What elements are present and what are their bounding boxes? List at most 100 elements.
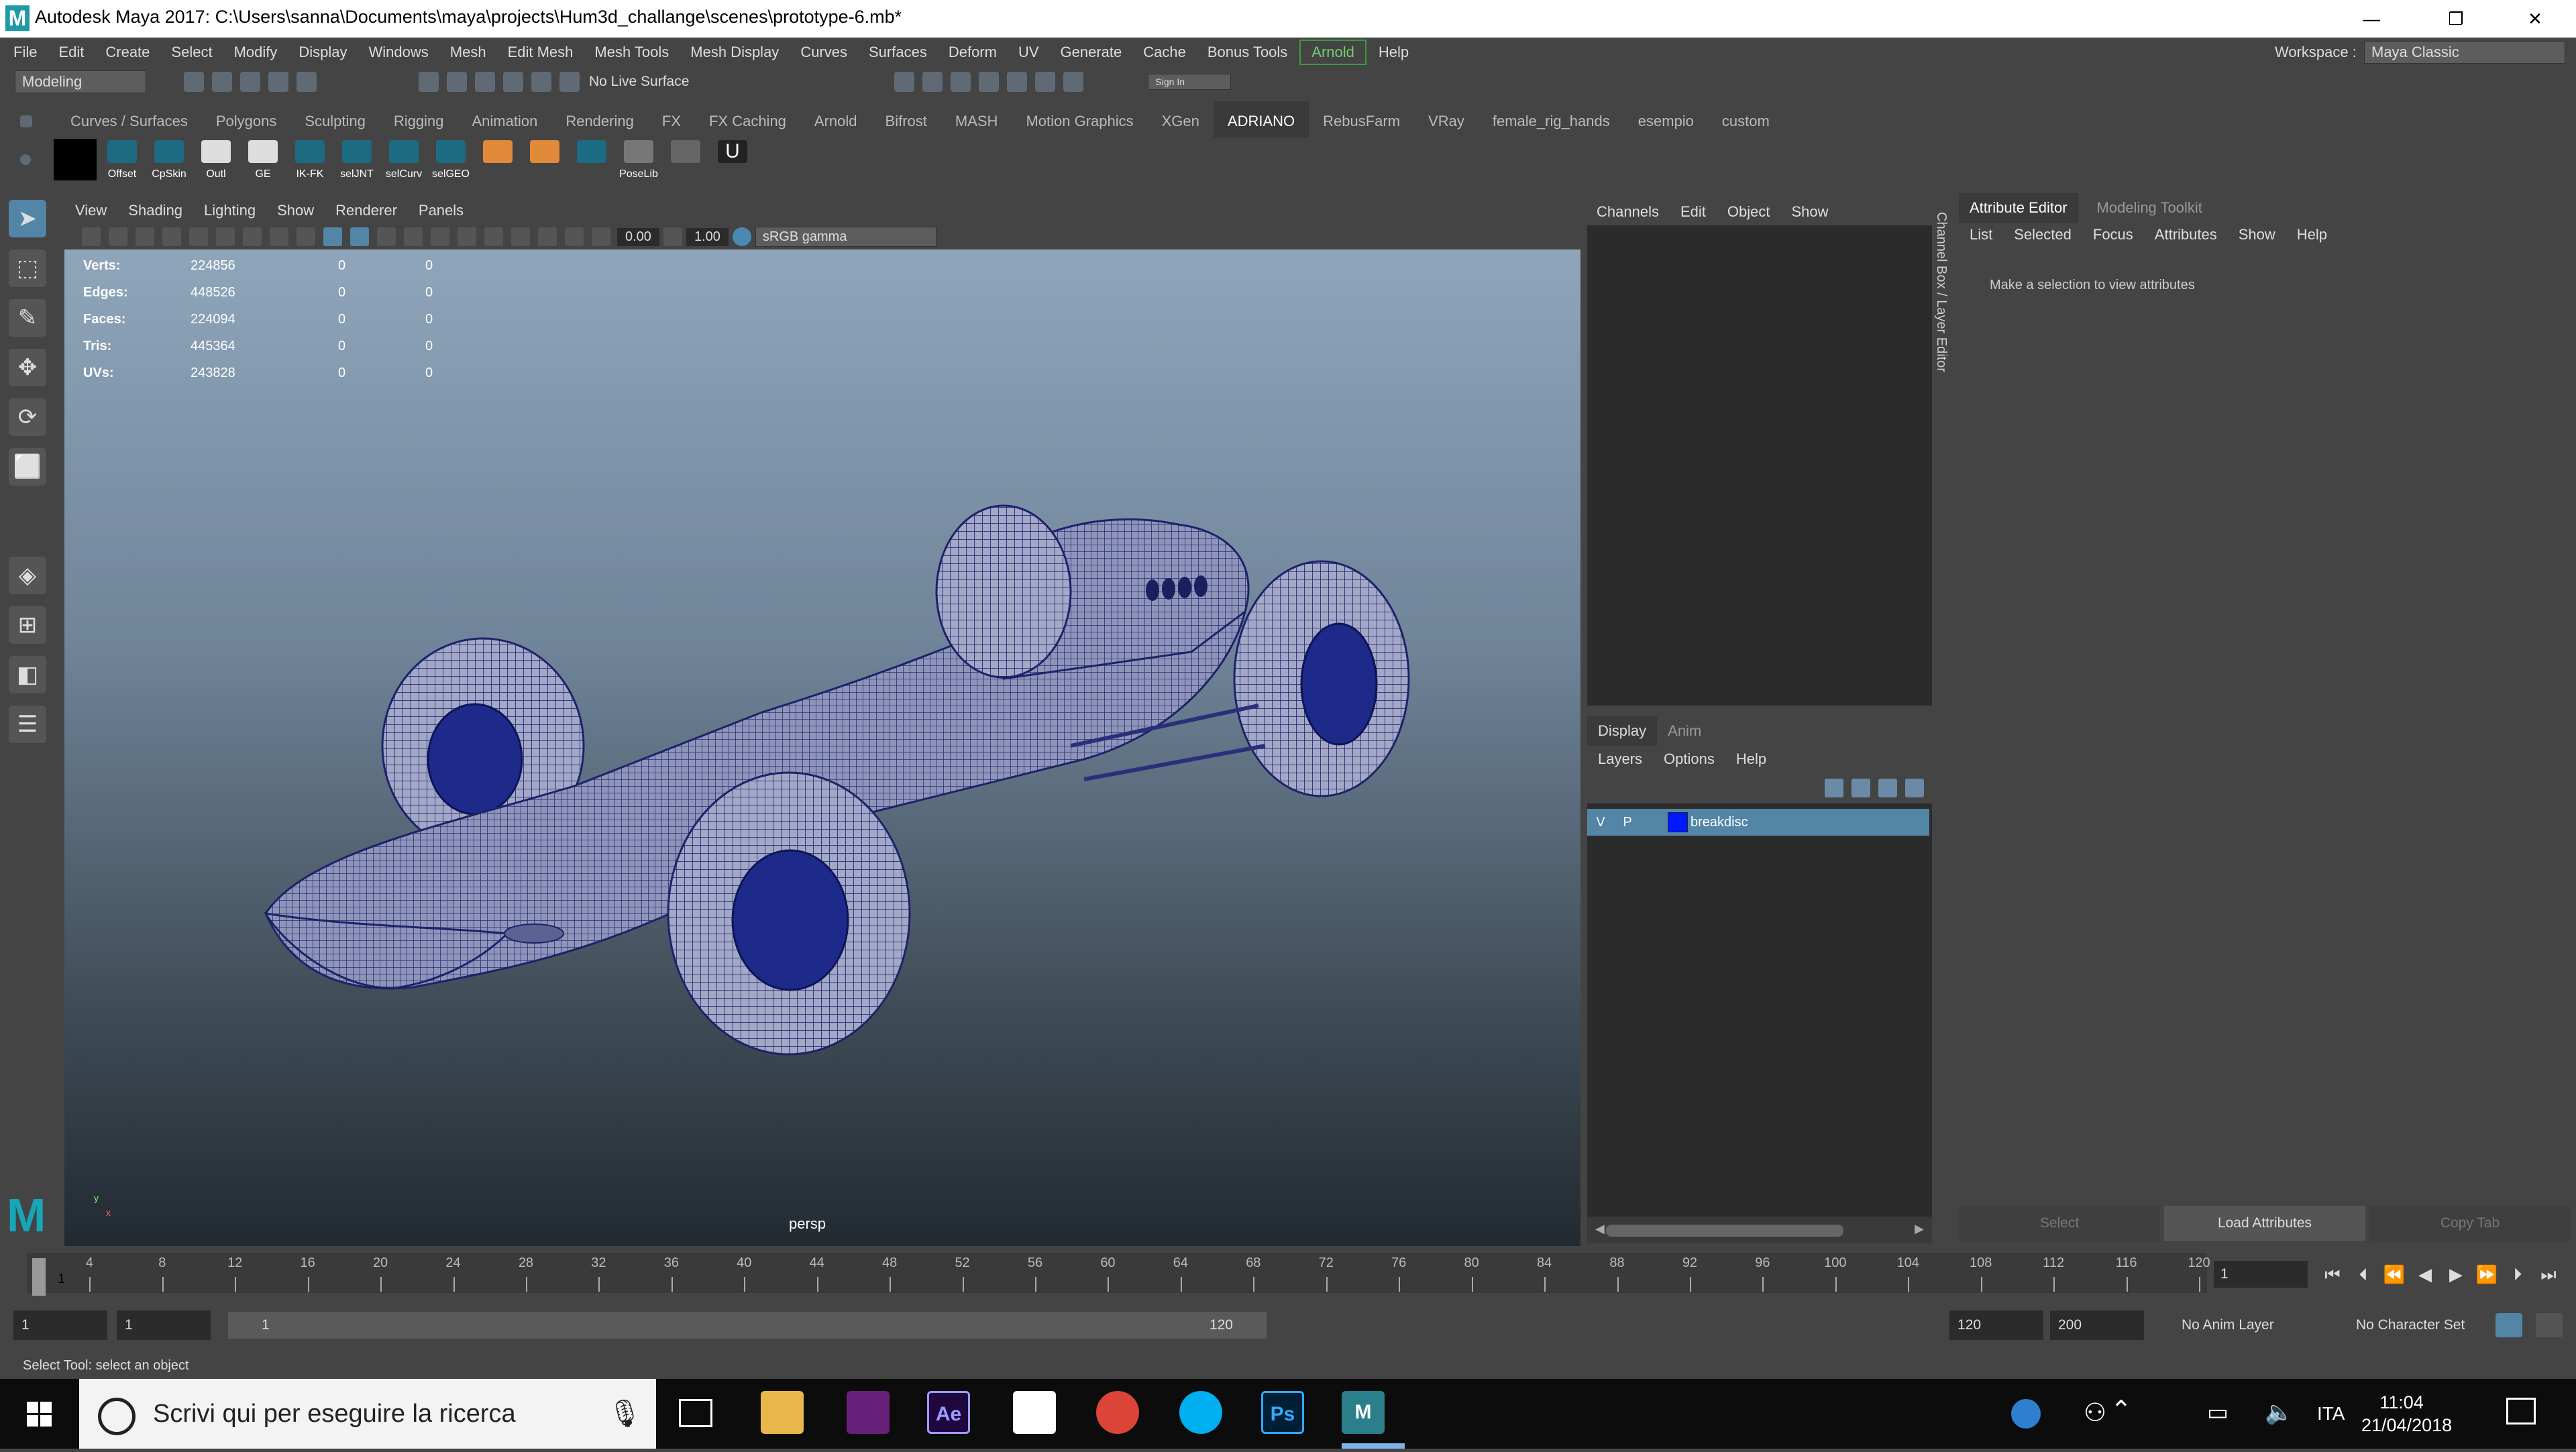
- le-menu-layers[interactable]: Layers: [1587, 744, 1653, 774]
- shelf-btn-hand1[interactable]: [476, 139, 519, 180]
- shelf-menu-icon[interactable]: [20, 115, 32, 127]
- viewport-persp[interactable]: Verts: 224856 0 0 Edges: 448526 0 0 Faces: 2240…: [64, 249, 1580, 1246]
- layer-name[interactable]: breakdisc: [1690, 815, 1748, 830]
- channelbox-side-tab[interactable]: Channel Box / Layer Editor: [1932, 199, 1952, 1245]
- render-settings-icon[interactable]: [979, 72, 1000, 92]
- help-notification-icon[interactable]: [2011, 1399, 2041, 1429]
- gamma-field[interactable]: 1.00: [686, 227, 729, 246]
- vp-menu-panels[interactable]: Panels: [408, 196, 474, 225]
- range-slider-bar[interactable]: 1 120: [228, 1312, 1267, 1339]
- shelf-tab-polygons[interactable]: Polygons: [202, 101, 291, 142]
- shelf-tab-rendering[interactable]: Rendering: [551, 101, 648, 142]
- ae-copy-tab-button[interactable]: Copy Tab: [2369, 1206, 2571, 1241]
- render-frame-icon[interactable]: [922, 72, 943, 92]
- gamma-icon[interactable]: [663, 227, 682, 246]
- menu-modify[interactable]: Modify: [223, 38, 288, 67]
- outliner-layout-icon[interactable]: ☰: [9, 706, 46, 743]
- workspace-dropdown[interactable]: Maya Classic: [2364, 41, 2565, 64]
- anim-start-field[interactable]: 1: [13, 1310, 107, 1340]
- language-indicator[interactable]: ITA: [2317, 1403, 2345, 1425]
- xray-icon[interactable]: [404, 227, 423, 246]
- shelf-tab-motion-graphics[interactable]: Motion Graphics: [1012, 101, 1147, 142]
- menu-create[interactable]: Create: [95, 38, 160, 67]
- playback-start-field[interactable]: 1: [117, 1310, 211, 1340]
- menu-select[interactable]: Select: [160, 38, 223, 67]
- action-center-icon[interactable]: [2506, 1398, 2536, 1425]
- taskbar-clock[interactable]: 11:04 21/04/2018: [2361, 1391, 2452, 1437]
- shelf-btn-ge[interactable]: GE: [241, 139, 284, 180]
- shelf-btn-hand2[interactable]: [523, 139, 566, 180]
- hypershade-icon[interactable]: [1007, 72, 1028, 92]
- menu-windows[interactable]: Windows: [358, 38, 439, 67]
- anim-prefs-icon[interactable]: [2536, 1313, 2563, 1337]
- menu-file[interactable]: File: [3, 38, 48, 67]
- snap-surface-icon[interactable]: [531, 72, 551, 92]
- vp-menu-lighting[interactable]: Lighting: [193, 196, 266, 225]
- ipr-render-icon[interactable]: [951, 72, 971, 92]
- shelf-btn-ikfk[interactable]: IK-FK: [288, 139, 331, 180]
- windows-start-button[interactable]: [0, 1379, 79, 1449]
- maya-taskbar-icon[interactable]: M: [1342, 1391, 1385, 1434]
- layer-color-swatch[interactable]: [1668, 812, 1688, 832]
- volume-icon[interactable]: 🔈: [2265, 1399, 2293, 1426]
- restore-button[interactable]: ❐: [2426, 3, 2486, 35]
- render-view-icon[interactable]: [894, 72, 915, 92]
- playback-end-field[interactable]: 120: [1949, 1310, 2043, 1340]
- shelf-gear-icon[interactable]: [20, 154, 31, 165]
- play-backwards-icon[interactable]: ◀: [2414, 1262, 2436, 1286]
- snap-point-icon[interactable]: [475, 72, 495, 92]
- ae-menu-help[interactable]: Help: [2286, 220, 2338, 249]
- move-tool-icon[interactable]: ✥: [9, 349, 46, 386]
- current-time-marker[interactable]: [32, 1258, 46, 1296]
- minimize-button[interactable]: —: [2341, 3, 2402, 35]
- color-management-icon[interactable]: [732, 227, 751, 246]
- safe-action-icon[interactable]: [297, 227, 315, 246]
- exposure-icon[interactable]: [592, 227, 610, 246]
- shelf-tab-curves-surfaces[interactable]: Curves / Surfaces: [56, 101, 202, 142]
- single-view-icon[interactable]: ◈: [9, 557, 46, 594]
- menu-edit-mesh[interactable]: Edit Mesh: [497, 38, 584, 67]
- motion-blur-icon[interactable]: [511, 227, 530, 246]
- grid-icon[interactable]: [189, 227, 208, 246]
- select-tool-icon[interactable]: ➤: [9, 200, 46, 237]
- smooth-shade-icon[interactable]: [350, 227, 369, 246]
- photoshop-icon[interactable]: Ps: [1261, 1391, 1304, 1434]
- menu-display[interactable]: Display: [288, 38, 358, 67]
- close-button[interactable]: ✕: [2505, 3, 2565, 35]
- layer-scrollbar[interactable]: ◀ ▶: [1587, 1217, 1932, 1243]
- le-menu-help[interactable]: Help: [1725, 744, 1777, 774]
- shelf-tab-mash[interactable]: MASH: [941, 101, 1012, 142]
- task-view-icon[interactable]: [679, 1399, 712, 1427]
- colorspace-dropdown[interactable]: sRGB gamma: [755, 227, 936, 247]
- cb-menu-object[interactable]: Object: [1717, 197, 1781, 227]
- menu-help[interactable]: Help: [1368, 38, 1419, 67]
- image-plane-icon[interactable]: [162, 227, 181, 246]
- shelf-tab-sculpting[interactable]: Sculpting: [290, 101, 380, 142]
- save-scene-icon[interactable]: [240, 72, 260, 92]
- anim-layer-dropdown[interactable]: No Anim Layer: [2174, 1310, 2334, 1340]
- taskbar-search-box[interactable]: Scrivi qui per eseguire la ricerca: [79, 1379, 656, 1449]
- time-slider-track[interactable]: 1 4 8 12 16 20 24 28 32 36 40 44 48 52 56 60 64 68 72 76 80…: [27, 1253, 2210, 1296]
- shadows-icon[interactable]: [458, 227, 476, 246]
- race-car-wireframe-model[interactable]: [64, 249, 1580, 1246]
- gate-mask-icon[interactable]: [270, 227, 288, 246]
- redo-icon[interactable]: [297, 72, 317, 92]
- step-forward-frame-icon[interactable]: ⏵: [2506, 1262, 2529, 1286]
- anim-end-field[interactable]: 200: [2050, 1310, 2144, 1340]
- cb-menu-show[interactable]: Show: [1780, 197, 1839, 227]
- shelf-tab-vray[interactable]: VRay: [1414, 101, 1479, 142]
- move-layer-down-icon[interactable]: [1851, 779, 1870, 797]
- shelf-btn-outl[interactable]: Outl: [195, 139, 237, 180]
- le-tab-display[interactable]: Display: [1587, 716, 1658, 746]
- le-tab-anim[interactable]: Anim: [1657, 716, 1712, 746]
- visual-studio-icon[interactable]: [847, 1391, 890, 1434]
- hud-icon[interactable]: [565, 227, 584, 246]
- menu-mesh[interactable]: Mesh: [439, 38, 497, 67]
- wireframe-on-shaded-icon[interactable]: [323, 227, 342, 246]
- vp-menu-show[interactable]: Show: [266, 196, 325, 225]
- show-hidden-icons-icon[interactable]: ⌃: [2110, 1395, 2132, 1425]
- shelf-btn-offset[interactable]: Offset: [101, 139, 144, 180]
- current-frame-field[interactable]: 1: [2214, 1261, 2308, 1288]
- ae-menu-show[interactable]: Show: [2228, 220, 2286, 249]
- new-empty-layer-icon[interactable]: [1878, 779, 1897, 797]
